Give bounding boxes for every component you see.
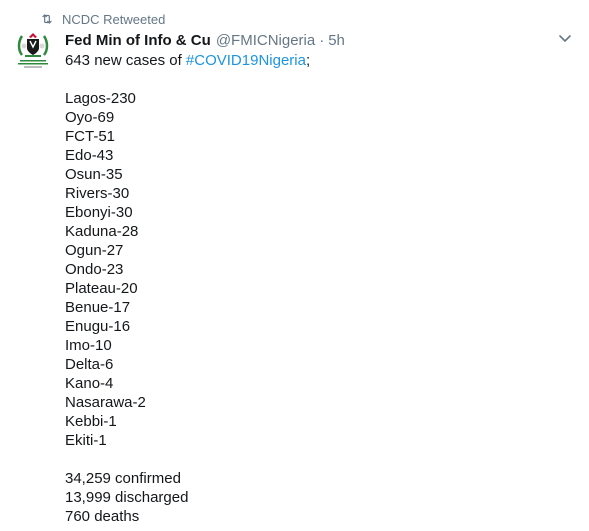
state-line: Osun-35 [65, 166, 123, 183]
author-name[interactable]: Fed Min of Info & Cu [65, 32, 211, 49]
state-line: Kano-4 [65, 375, 114, 392]
state-line: Imo-10 [65, 337, 112, 354]
total-deaths: 760 deaths [65, 508, 140, 525]
state-line: Ogun-27 [65, 242, 124, 259]
retweet-icon [40, 12, 54, 26]
state-line: Oyo-69 [65, 109, 115, 126]
state-line: Delta-6 [65, 356, 114, 373]
ministry-logo-avatar[interactable] [10, 28, 56, 74]
intro-prefix: 643 new cases of [65, 52, 186, 69]
separator-dot: · [319, 31, 325, 49]
state-line: Benue-17 [65, 299, 131, 316]
tweet-intro: 643 new cases of #COVID19Nigeria; [65, 51, 579, 70]
state-list: Lagos-230 Oyo-69 FCT-51 Edo-43 Osun-35 R… [65, 89, 579, 450]
state-line: Lagos-230 [65, 90, 136, 107]
intro-suffix: ; [305, 52, 311, 69]
state-line: Nasarawa-2 [65, 394, 146, 411]
tweet-menu-button[interactable] [555, 32, 575, 48]
tweet[interactable]: NCDC Retweeted Fed Min of Info & Cu @FMI [0, 0, 589, 531]
state-line: Edo-43 [65, 147, 114, 164]
state-line: Ebonyi-30 [65, 204, 133, 221]
retweet-indicator: NCDC Retweeted [40, 10, 165, 28]
state-line: Enugu-16 [65, 318, 131, 335]
hashtag-link[interactable]: #COVID19Nigeria [186, 52, 306, 69]
tweet-header: Fed Min of Info & Cu @FMICNigeria · 5h [65, 30, 579, 50]
author-handle[interactable]: @FMICNigeria [216, 32, 315, 49]
state-line: Plateau-20 [65, 280, 138, 297]
state-line: Ekiti-1 [65, 432, 107, 449]
totals-list: 34,259 confirmed 13,999 discharged 760 d… [65, 469, 579, 526]
total-discharged: 13,999 discharged [65, 489, 189, 506]
tweet-content: Fed Min of Info & Cu @FMICNigeria · 5h 6… [65, 30, 579, 526]
state-line: FCT-51 [65, 128, 116, 145]
state-line: Kebbi-1 [65, 413, 117, 430]
state-line: Kaduna-28 [65, 223, 139, 240]
retweet-label[interactable]: NCDC Retweeted [62, 12, 165, 27]
tweet-timestamp[interactable]: 5h [328, 32, 345, 49]
tweet-text: 643 new cases of #COVID19Nigeria; Lagos-… [65, 51, 579, 526]
state-line: Rivers-30 [65, 185, 130, 202]
total-confirmed: 34,259 confirmed [65, 470, 181, 487]
chevron-down-icon [558, 31, 572, 49]
state-line: Ondo-23 [65, 261, 124, 278]
